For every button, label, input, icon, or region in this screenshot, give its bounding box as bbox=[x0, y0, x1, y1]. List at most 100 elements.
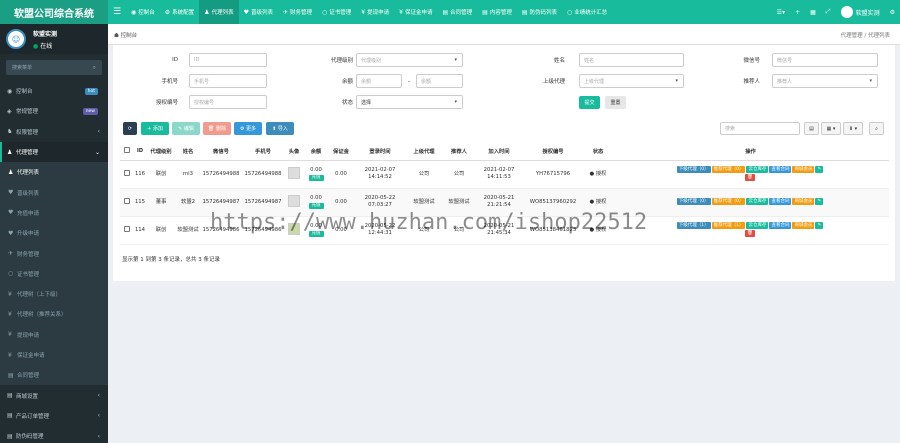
cell-avatar[interactable] bbox=[284, 160, 304, 189]
sidebar-search-input[interactable]: 搜索菜单 ⌕ bbox=[6, 60, 102, 75]
cell-referrer[interactable]: 公司 bbox=[442, 160, 476, 189]
cell-level[interactable]: 联创 bbox=[146, 160, 176, 189]
recommend-agent-button[interactable]: 推荐代理（0） bbox=[711, 198, 746, 205]
phone-input[interactable]: 手机号 bbox=[189, 74, 267, 88]
export-button[interactable]: ⬇ ▾ bbox=[843, 122, 863, 135]
cloud-stock-button[interactable]: 云仓库存 bbox=[746, 198, 769, 205]
edit-row-icon[interactable]: ✎ bbox=[815, 166, 824, 173]
sidebar-item-orders[interactable]: ▤ 产品订单管理 ‹ bbox=[0, 406, 108, 426]
sidebar-toggle-icon[interactable]: ☰ bbox=[108, 7, 126, 17]
reset-button[interactable]: 重置 bbox=[605, 96, 626, 109]
cloud-stock-button[interactable]: 云仓库存 bbox=[746, 222, 769, 229]
sub-agent-button[interactable]: 下级代理（0） bbox=[676, 198, 711, 205]
sidebar-item-contract[interactable]: ▤ 合同管理 bbox=[0, 365, 108, 385]
mall-member-button[interactable]: 商城会员 bbox=[792, 222, 815, 229]
delete-button[interactable]: 🗑 删除 bbox=[203, 122, 231, 135]
more-button[interactable]: ⚙ 更多 bbox=[234, 122, 262, 135]
menu-icon[interactable]: ☰ ▾ bbox=[772, 0, 790, 24]
level-select[interactable]: 代理级别 ▾ bbox=[356, 53, 463, 67]
nav-certificate[interactable]: ○ 证书管理 bbox=[317, 0, 356, 24]
grid-icon[interactable]: ▦ bbox=[805, 0, 821, 24]
nav-withdraw[interactable]: ¥ 提现申请 bbox=[356, 0, 394, 24]
mall-member-button[interactable]: 商城会员 bbox=[792, 166, 815, 173]
avatar[interactable] bbox=[288, 194, 300, 207]
referrer-select[interactable]: 推荐人 ▾ bbox=[772, 74, 878, 88]
nav-promotion-list[interactable]: ♥ 晋级列表 bbox=[239, 0, 278, 24]
columns-button[interactable]: ▦ ▾ bbox=[821, 122, 841, 135]
home-breadcrumb[interactable]: ☗ 控制台 bbox=[114, 31, 137, 39]
plus-icon[interactable]: + bbox=[790, 0, 805, 24]
nav-anticounterfeit[interactable]: ▤ 防伪码列表 bbox=[517, 0, 562, 24]
nav-contract[interactable]: ▤ 合同管理 bbox=[437, 0, 477, 24]
nav-content[interactable]: ▤ 内容管理 bbox=[477, 0, 517, 24]
refresh-button[interactable]: ⟳ bbox=[123, 122, 137, 135]
sidebar-item-upgrade[interactable]: ♥ 升级申请 bbox=[0, 223, 108, 243]
status-select[interactable]: 选择 ▾ bbox=[356, 95, 463, 109]
sidebar-item-dashboard[interactable]: ◉ 控制台 hot bbox=[0, 81, 108, 101]
search-icon[interactable]: ⌕ bbox=[869, 122, 884, 135]
edit-row-icon[interactable]: ✎ bbox=[815, 198, 824, 205]
gear-icon[interactable]: ⚙ bbox=[885, 0, 900, 24]
sidebar-item-agent-list[interactable]: ♟ 代理列表 bbox=[0, 162, 108, 182]
view-contract-button[interactable]: 查看合同 bbox=[769, 198, 792, 205]
user-menu[interactable]: 软盟实测 bbox=[836, 0, 885, 24]
search-icon[interactable]: ⌕ bbox=[93, 64, 96, 72]
nav-dashboard[interactable]: ◉ 控制台 bbox=[126, 0, 160, 24]
nav-system-config[interactable]: ⚙ 系统配置 bbox=[160, 0, 199, 24]
app-brand[interactable]: 软盟公司综合系统 bbox=[0, 0, 108, 24]
sidebar-item-deposit[interactable]: ¥ 保证金申请 bbox=[0, 345, 108, 365]
view-contract-button[interactable]: 查看合同 bbox=[769, 222, 792, 229]
sidebar-item-finance[interactable]: ✈ 财务管理 bbox=[0, 243, 108, 263]
recharge-button[interactable]: 充值 bbox=[308, 175, 324, 181]
edit-button[interactable]: ✎ 编辑 bbox=[172, 122, 200, 135]
import-button[interactable]: ⬆ 导入 bbox=[266, 122, 294, 135]
avatar[interactable] bbox=[288, 166, 300, 179]
sidebar-item-promotion[interactable]: ♥ 晋级列表 bbox=[0, 182, 108, 202]
sidebar-item-certificate[interactable]: ○ 证书管理 bbox=[0, 264, 108, 284]
name-input[interactable]: 姓名 bbox=[579, 53, 684, 67]
sidebar-item-anticounterfeit[interactable]: ▤ 防伪码管理 ‹ bbox=[0, 426, 108, 443]
recommend-agent-button[interactable]: 推荐代理（0） bbox=[711, 166, 746, 173]
sidebar-item-mall[interactable]: ▤ 商城设置 ‹ bbox=[0, 385, 108, 405]
sub-agent-button[interactable]: 下级代理（1） bbox=[676, 222, 711, 229]
id-input[interactable]: ID bbox=[189, 53, 267, 67]
cloud-stock-button[interactable]: 云仓库存 bbox=[746, 166, 769, 173]
view-toggle-button[interactable]: ▤ bbox=[804, 122, 819, 135]
sidebar-item-general[interactable]: ◈ 常规管理 new bbox=[0, 101, 108, 121]
parent-select[interactable]: 上级代理 ▾ bbox=[579, 74, 684, 88]
recommend-agent-button[interactable]: 推荐代理（1） bbox=[711, 222, 746, 229]
balance-max-input[interactable]: 余额 bbox=[416, 74, 463, 88]
row-checkbox[interactable] bbox=[120, 160, 134, 189]
auth-input[interactable]: 授权编号 bbox=[189, 95, 267, 109]
col-id[interactable]: ID bbox=[134, 143, 146, 161]
balance-min-input[interactable]: 余额 bbox=[356, 74, 402, 88]
edit-row-icon[interactable]: ✎ bbox=[815, 222, 824, 229]
nav-performance[interactable]: ○ 业绩统计汇总 bbox=[562, 0, 612, 24]
delete-row-icon[interactable]: 🗑 bbox=[745, 174, 755, 181]
submit-button[interactable]: 提交 bbox=[579, 96, 600, 109]
row-checkbox[interactable] bbox=[120, 188, 134, 217]
sidebar-item-agent[interactable]: ♟ 代理管理 ⌄ bbox=[0, 141, 108, 163]
row-checkbox[interactable] bbox=[120, 216, 134, 245]
sidebar-item-permission[interactable]: ♞ 权限管理 ‹ bbox=[0, 122, 108, 142]
nav-agent-list[interactable]: ♟ 代理列表 bbox=[199, 0, 239, 24]
cell-level[interactable]: 董事 bbox=[146, 188, 176, 217]
mall-member-button[interactable]: 商城会员 bbox=[792, 198, 815, 205]
view-contract-button[interactable]: 查看合同 bbox=[769, 166, 792, 173]
cell-level[interactable]: 联创 bbox=[146, 216, 176, 245]
delete-row-icon[interactable]: 🗑 bbox=[745, 230, 755, 237]
table-search-input[interactable]: 搜索 bbox=[720, 122, 800, 135]
wechat-input[interactable]: 微信号 bbox=[772, 53, 878, 67]
nav-deposit[interactable]: ¥ 保证金申请 bbox=[394, 0, 437, 24]
sidebar-item-referral-tree[interactable]: ¥ 代理树（推荐关系） bbox=[0, 304, 108, 324]
nav-finance[interactable]: ✈ 财务管理 bbox=[278, 0, 317, 24]
sidebar-item-withdraw[interactable]: ¥ 提现申请 bbox=[0, 325, 108, 345]
sidebar-item-agent-tree[interactable]: ¥ 代理树（上下级） bbox=[0, 284, 108, 304]
fullscreen-icon[interactable]: ⤢ bbox=[821, 0, 836, 24]
add-button[interactable]: + 添加 bbox=[141, 122, 169, 135]
select-all-checkbox[interactable] bbox=[120, 143, 134, 161]
cell-parent[interactable]: 公司 bbox=[406, 160, 442, 189]
sidebar-item-recharge[interactable]: ♥ 充值申请 bbox=[0, 203, 108, 223]
sub-agent-button[interactable]: 下级代理（0） bbox=[676, 166, 711, 173]
recharge-button[interactable]: 充值 bbox=[308, 203, 324, 209]
